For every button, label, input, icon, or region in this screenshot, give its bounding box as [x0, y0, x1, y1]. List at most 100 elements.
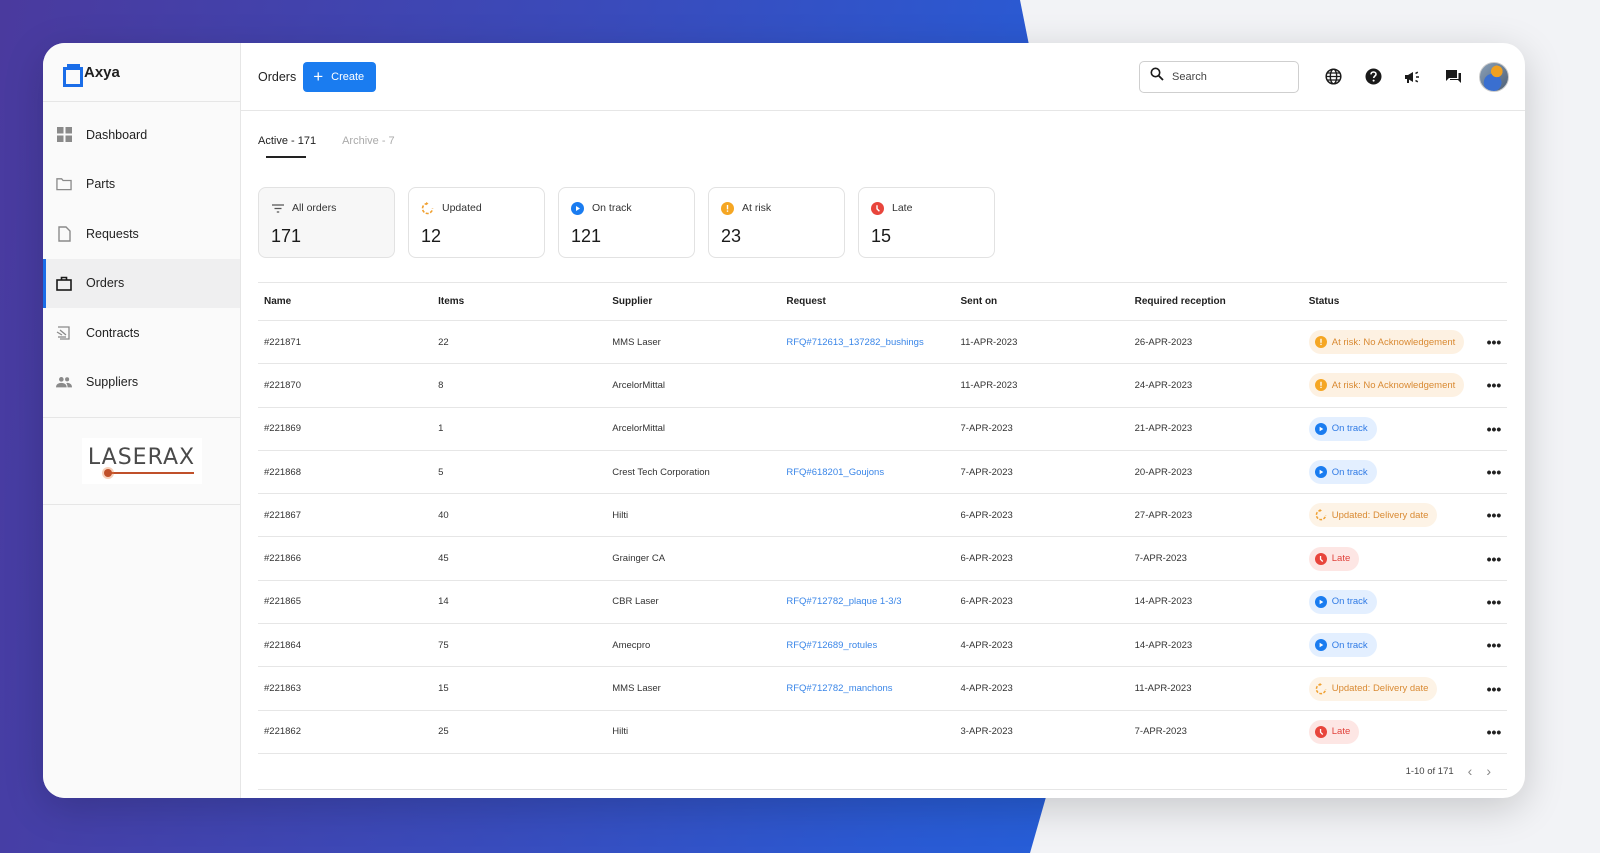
table-row[interactable]: #221863 15 MMS Laser RFQ#712782_manchons 4-A… [258, 666, 1507, 711]
card-on-track[interactable]: On track 121 [558, 187, 695, 258]
order-required-reception: 7-APR-2023 [1128, 536, 1303, 581]
globe-icon[interactable] [1313, 57, 1353, 97]
more-options-icon[interactable]: ••• [1474, 536, 1507, 581]
more-options-icon[interactable]: ••• [1474, 320, 1507, 365]
play-circle-icon [1314, 422, 1327, 435]
more-options-icon[interactable]: ••• [1474, 666, 1507, 711]
table-row[interactable]: #221868 5 Crest Tech Corporation RFQ#618201… [258, 450, 1507, 495]
alert-circle-icon [1314, 336, 1327, 349]
more-options-icon[interactable]: ••• [1474, 363, 1507, 408]
next-page-icon[interactable]: › [1486, 763, 1491, 779]
table-row[interactable]: #221866 45 Grainger CA 6-APR-2023 7-APR-2023… [258, 536, 1507, 581]
order-request-cell: RFQ#712689_rotules [780, 623, 955, 668]
column-header-required-reception[interactable]: Required reception [1129, 283, 1303, 321]
order-items: 75 [432, 623, 607, 668]
column-header-items[interactable]: Items [432, 283, 606, 321]
request-link[interactable]: RFQ#712782_plaque 1-3/3 [786, 596, 901, 607]
request-link[interactable]: RFQ#712782_manchons [786, 683, 892, 694]
order-required-reception: 24-APR-2023 [1128, 363, 1303, 408]
card-value: 121 [571, 226, 602, 246]
card-all-orders[interactable]: All orders 171 [258, 187, 395, 258]
table-row[interactable]: #221871 22 MMS Laser RFQ#712613_137282_bush… [258, 320, 1507, 365]
chat-icon[interactable] [1433, 57, 1473, 97]
order-name[interactable]: #221865 [258, 580, 433, 625]
client-logo-text: LASERAX [87, 444, 196, 470]
status-badge: Updated: Delivery date [1308, 503, 1438, 528]
order-name[interactable]: #221867 [258, 493, 433, 538]
status-text: Updated: Delivery date [1331, 683, 1429, 695]
tab-active[interactable]: Active - 171 [258, 135, 316, 158]
order-request-cell [780, 363, 955, 408]
card-value: 12 [421, 226, 442, 246]
sidebar-item-dashboard[interactable]: Dashboard [43, 110, 240, 160]
status-badge: Late [1308, 719, 1360, 744]
prev-page-icon[interactable]: ‹ [1468, 763, 1473, 779]
status-text: On track [1331, 596, 1368, 608]
order-status-cell: Late [1302, 710, 1475, 754]
table-row[interactable]: #221865 14 CBR Laser RFQ#712782_plaque 1-3/… [258, 580, 1507, 625]
column-header-status[interactable]: Status [1303, 283, 1475, 321]
card-at-risk[interactable]: At risk 23 [708, 187, 845, 258]
more-options-icon[interactable]: ••• [1474, 580, 1507, 625]
request-link[interactable]: RFQ#618201_Goujons [786, 467, 884, 478]
order-items: 45 [432, 536, 607, 581]
order-name[interactable]: #221868 [258, 450, 433, 495]
order-supplier: Hilti [606, 710, 781, 754]
status-text: On track [1331, 423, 1368, 435]
order-name[interactable]: #221871 [258, 320, 433, 365]
order-items: 22 [432, 320, 607, 365]
column-header-supplier[interactable]: Supplier [606, 283, 780, 321]
table-header-row: Name Items Supplier Request Sent on Requ… [258, 282, 1507, 321]
megaphone-icon[interactable] [1393, 57, 1433, 97]
refresh-icon [421, 201, 434, 215]
column-header-sent-on[interactable]: Sent on [955, 283, 1129, 321]
more-options-icon[interactable]: ••• [1474, 493, 1507, 538]
order-name[interactable]: #221870 [258, 363, 433, 408]
order-supplier: Hilti [606, 493, 781, 538]
order-name[interactable]: #221866 [258, 536, 433, 581]
card-label: Updated [442, 202, 482, 214]
column-header-name[interactable]: Name [258, 283, 432, 321]
card-updated[interactable]: Updated 12 [408, 187, 545, 258]
table-row[interactable]: #221862 25 Hilti 3-APR-2023 7-APR-2023 Late ••… [258, 710, 1507, 754]
order-name[interactable]: #221863 [258, 666, 433, 711]
avatar[interactable] [1479, 61, 1509, 92]
order-items: 1 [432, 407, 607, 451]
summary-cards: All orders 171 Updated 12 On track 121 A… [258, 187, 1507, 258]
table-row[interactable]: #221864 75 Amecpro RFQ#712689_rotules 4-APR-… [258, 623, 1507, 668]
search-box[interactable] [1139, 60, 1299, 93]
table-row[interactable]: #221869 1 ArcelorMittal 7-APR-2023 21-APR-20… [258, 407, 1507, 451]
sidebar-item-requests[interactable]: Requests [43, 209, 240, 259]
more-options-icon[interactable]: ••• [1474, 623, 1507, 668]
sidebar-item-parts[interactable]: Parts [43, 160, 240, 210]
help-icon[interactable] [1353, 57, 1393, 97]
briefcase-icon [56, 275, 72, 291]
tab-archive[interactable]: Archive - 7 [342, 135, 395, 149]
more-options-icon[interactable]: ••• [1474, 450, 1507, 495]
order-name[interactable]: #221869 [258, 407, 433, 451]
order-items: 25 [432, 710, 607, 754]
brand-logo[interactable]: Axya [43, 43, 240, 102]
column-header-request[interactable]: Request [780, 283, 954, 321]
order-status-cell: Updated: Delivery date [1302, 493, 1475, 538]
sidebar-item-orders[interactable]: Orders [43, 258, 240, 308]
more-options-icon[interactable]: ••• [1474, 710, 1507, 754]
order-request-cell: RFQ#618201_Goujons [780, 450, 955, 495]
status-text: At risk: No Acknowledgement [1331, 379, 1456, 391]
order-status-cell: On track [1302, 623, 1475, 668]
table-row[interactable]: #221867 40 Hilti 6-APR-2023 27-APR-2023 Updat… [258, 493, 1507, 538]
order-name[interactable]: #221864 [258, 623, 433, 668]
table-row[interactable]: #221870 8 ArcelorMittal 11-APR-2023 24-APR-2… [258, 363, 1507, 408]
axya-logo-icon [63, 63, 83, 87]
sidebar-item-suppliers[interactable]: Suppliers [43, 358, 240, 408]
more-options-icon[interactable]: ••• [1474, 407, 1507, 451]
clock-icon [1314, 552, 1327, 565]
alert-circle-icon [1314, 379, 1327, 392]
create-button[interactable]: + Create [303, 61, 377, 92]
card-late[interactable]: Late 15 [858, 187, 995, 258]
sidebar-item-contracts[interactable]: Contracts [43, 308, 240, 358]
request-link[interactable]: RFQ#712689_rotules [786, 640, 877, 651]
order-name[interactable]: #221862 [258, 710, 433, 754]
request-link[interactable]: RFQ#712613_137282_bushings [786, 337, 923, 348]
search-input[interactable] [1172, 70, 1282, 83]
